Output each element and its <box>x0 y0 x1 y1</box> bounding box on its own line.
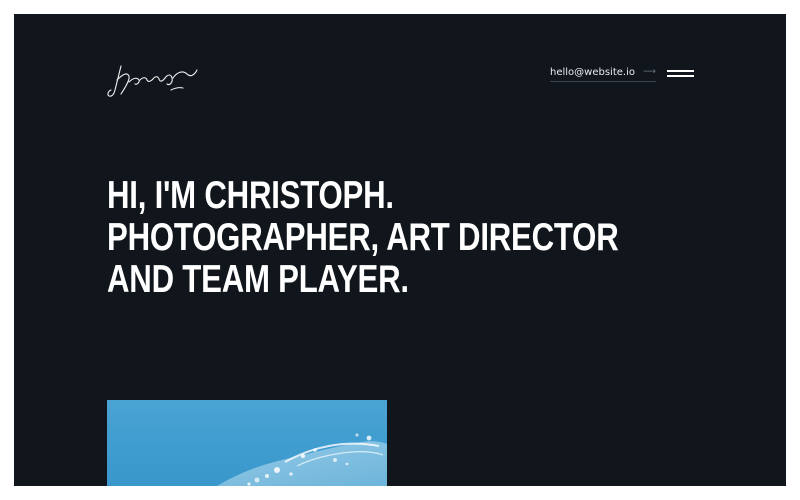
hero-line-2: Photographer, art director <box>107 216 619 259</box>
hero-line-3: and team player. <box>107 258 409 301</box>
arrow-right-icon: ⟶ <box>642 67 656 77</box>
page-frame: hello@website.io ⟶ Hi, I'm Christoph. Ph… <box>14 14 786 486</box>
hamburger-menu-icon[interactable] <box>667 69 694 79</box>
signature-logo-icon[interactable] <box>107 60 199 100</box>
menu-line-bottom <box>667 75 694 77</box>
hero-line-1: Hi, I'm Christoph. <box>107 174 394 217</box>
hero-headline: Hi, I'm Christoph. Photographer, art dir… <box>107 174 619 301</box>
email-link[interactable]: hello@website.io ⟶ <box>550 67 656 82</box>
featured-photo[interactable] <box>107 400 387 486</box>
menu-line-top <box>667 70 694 72</box>
email-text: hello@website.io <box>550 67 635 78</box>
